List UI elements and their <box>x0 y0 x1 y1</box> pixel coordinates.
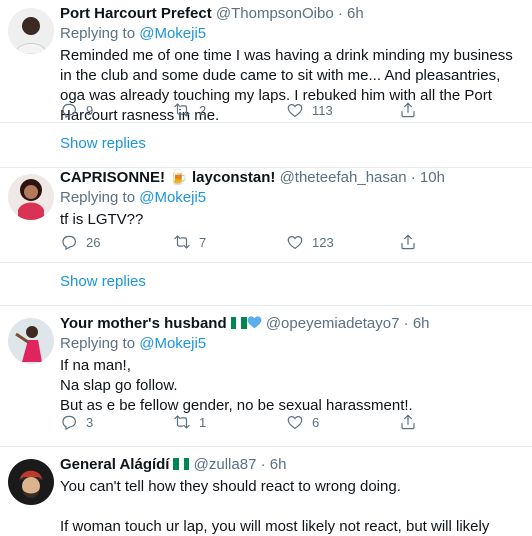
separator-dot: · <box>337 5 343 22</box>
avatar[interactable] <box>8 459 54 505</box>
like-count: 123 <box>312 234 334 250</box>
show-replies-link[interactable]: Show replies <box>0 123 532 168</box>
tweet-text: tf is LGTV?? <box>60 211 144 228</box>
like-count: 6 <box>312 414 320 430</box>
reply-icon <box>62 103 76 119</box>
reply-button[interactable]: 3 <box>60 412 173 432</box>
share-button[interactable] <box>399 412 512 432</box>
tweet-header: Port Harcourt Prefect @ThompsonOibo · 6h <box>60 4 524 24</box>
show-replies-label[interactable]: Show replies <box>60 273 146 290</box>
timestamp[interactable]: 6h <box>347 5 364 22</box>
retweet-button[interactable]: 1 <box>173 412 286 432</box>
tweet-actions: 9 2 113 <box>60 100 512 120</box>
display-name[interactable]: Port Harcourt Prefect <box>60 5 212 22</box>
share-icon <box>401 102 415 118</box>
show-replies-label[interactable]: Show replies <box>60 135 146 152</box>
reply-count: 3 <box>86 414 94 430</box>
reply-button[interactable]: 9 <box>60 100 173 120</box>
like-button[interactable]: 113 <box>286 100 399 120</box>
retweet-button[interactable]: 7 <box>173 232 286 252</box>
tweet-text-line: Na slap go follow. <box>60 377 178 394</box>
nigeria-flag-icon <box>173 456 190 470</box>
user-handle[interactable]: @ThompsonOibo <box>216 5 334 22</box>
retweet-count: 2 <box>199 102 207 118</box>
like-icon <box>287 103 303 118</box>
blue-heart-icon <box>247 316 262 329</box>
replying-to: Replying to @Mokeji5 <box>60 24 524 44</box>
replying-to: Replying to @Mokeji5 <box>60 188 524 208</box>
share-icon <box>401 414 415 430</box>
tweet-header: CAPRISONNE! 🍺 layconstan! @theteefah_has… <box>60 168 524 188</box>
retweet-button[interactable]: 2 <box>173 100 286 120</box>
like-count: 113 <box>312 102 333 118</box>
replies-feed: Port Harcourt Prefect @ThompsonOibo · 6h… <box>0 0 532 536</box>
timestamp[interactable]: 6h <box>413 315 430 332</box>
share-icon <box>401 234 415 250</box>
replying-to-label: Replying to <box>60 25 136 42</box>
tweet-actions: 26 7 123 <box>60 232 512 252</box>
tweet[interactable]: Port Harcourt Prefect @ThompsonOibo · 6h… <box>0 0 532 124</box>
separator-dot: · <box>410 169 416 186</box>
user-handle[interactable]: @opeyemiadetayo7 <box>266 315 400 332</box>
avatar[interactable] <box>8 318 54 364</box>
replying-to-label: Replying to <box>60 189 136 206</box>
user-handle[interactable]: @theteefah_hasan <box>280 169 407 186</box>
tweet-actions: 3 1 6 <box>60 412 512 432</box>
tweet-text-line: If na man!, <box>60 357 131 374</box>
mention-link[interactable]: @Mokeji5 <box>139 335 206 352</box>
tweet-text: If na man!, Na slap go follow. But as e … <box>60 356 524 416</box>
retweet-count: 7 <box>199 234 207 250</box>
like-button[interactable]: 6 <box>286 412 399 432</box>
separator-dot: · <box>260 456 266 473</box>
tweet[interactable]: Your mother's husband @opeyemiadetayo7 ·… <box>0 306 532 447</box>
reply-icon <box>62 415 76 431</box>
tweet[interactable]: General Alágídí @zulla87 · 6h You can't … <box>0 447 532 536</box>
separator-dot: · <box>403 315 409 332</box>
retweet-count: 1 <box>199 414 207 430</box>
retweet-icon <box>174 103 190 117</box>
tweet-header: Your mother's husband @opeyemiadetayo7 ·… <box>60 314 524 334</box>
replying-to-label: Replying to <box>60 335 136 352</box>
mention-link[interactable]: @Mokeji5 <box>139 25 206 42</box>
share-button[interactable] <box>399 232 512 252</box>
reply-count: 26 <box>86 234 101 250</box>
replying-to: Replying to @Mokeji5 <box>60 334 524 354</box>
display-name[interactable]: CAPRISONNE! 🍺 layconstan! <box>60 169 275 186</box>
reply-button[interactable]: 26 <box>60 232 173 252</box>
tweet-text-line <box>60 497 524 517</box>
display-name[interactable]: General Alágídí <box>60 456 169 473</box>
tweet[interactable]: CAPRISONNE! 🍺 layconstan! @theteefah_has… <box>0 168 532 263</box>
avatar[interactable] <box>8 8 54 54</box>
tweet-text-line: If woman touch ur lap, you will most lik… <box>60 518 490 535</box>
display-name[interactable]: Your mother's husband <box>60 315 227 332</box>
nigeria-flag-icon <box>230 315 247 329</box>
avatar[interactable] <box>8 174 54 220</box>
tweet-header: General Alágídí @zulla87 · 6h <box>60 455 524 475</box>
user-handle[interactable]: @zulla87 <box>194 456 257 473</box>
tweet-text: You can't tell how they should react to … <box>60 477 524 536</box>
like-icon <box>287 415 303 430</box>
show-replies-link[interactable]: Show replies <box>0 263 532 306</box>
share-button[interactable] <box>399 100 512 120</box>
mention-link[interactable]: @Mokeji5 <box>139 189 206 206</box>
retweet-icon <box>174 415 190 429</box>
tweet-text-line: You can't tell how they should react to … <box>60 478 401 495</box>
reply-count: 9 <box>86 102 94 118</box>
reply-icon <box>62 235 76 251</box>
like-button[interactable]: 123 <box>286 232 399 252</box>
timestamp[interactable]: 10h <box>420 169 445 186</box>
like-icon <box>287 235 303 250</box>
retweet-icon <box>174 235 190 249</box>
timestamp[interactable]: 6h <box>270 456 287 473</box>
